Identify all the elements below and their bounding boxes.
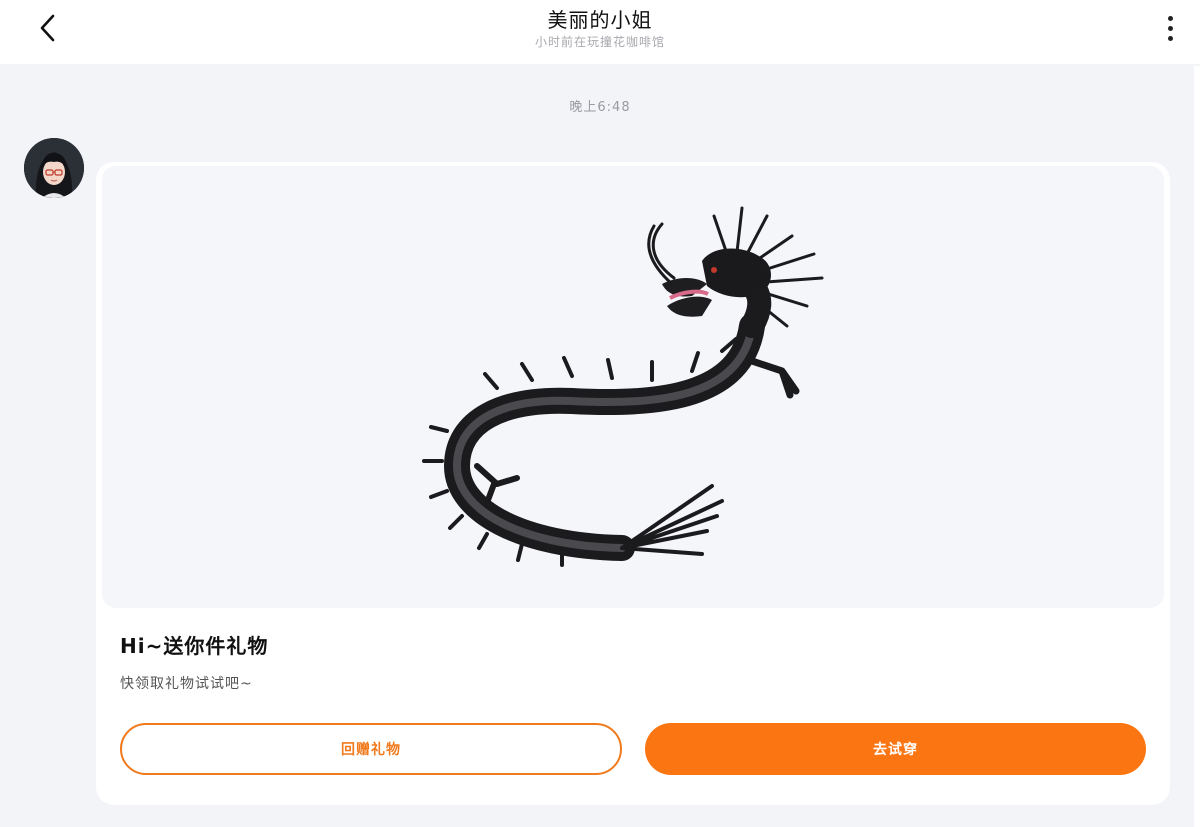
chevron-left-icon bbox=[40, 14, 55, 42]
dragon-illustration bbox=[422, 206, 824, 567]
message-timestamp: 晚上6:48 bbox=[569, 100, 631, 115]
avatar[interactable] bbox=[24, 138, 84, 198]
return-gift-button[interactable]: 回赠礼物 bbox=[120, 723, 622, 775]
status-subtitle: 小时前在玩撞花咖啡馆 bbox=[534, 35, 665, 49]
card-title: Hi~送你件礼物 bbox=[120, 634, 269, 658]
page-title: 美丽的小姐 bbox=[547, 8, 653, 32]
more-vertical-icon bbox=[1167, 35, 1173, 41]
gift-image bbox=[102, 166, 1164, 608]
top-navigation-bar: 美丽的小姐 小时前在玩撞花咖啡馆 bbox=[0, 0, 1200, 64]
scrollbar[interactable] bbox=[1194, 66, 1200, 827]
avatar-image bbox=[24, 138, 84, 198]
header-title-group: 美丽的小姐 小时前在玩撞花咖啡馆 bbox=[300, 6, 900, 50]
more-vertical-icon bbox=[1167, 25, 1173, 31]
try-on-button[interactable]: 去试穿 bbox=[645, 723, 1146, 775]
more-options-button[interactable] bbox=[1158, 10, 1182, 46]
more-vertical-icon bbox=[1167, 15, 1173, 21]
card-description: 快领取礼物试试吧~ bbox=[120, 676, 253, 692]
gift-message-card: Hi~送你件礼物 快领取礼物试试吧~ 回赠礼物 去试穿 bbox=[96, 162, 1170, 805]
back-button[interactable] bbox=[28, 8, 68, 48]
